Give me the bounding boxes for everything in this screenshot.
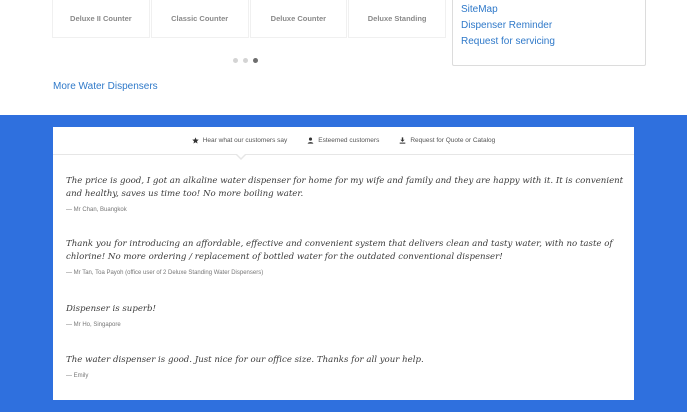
product-card[interactable]: Deluxe II Counter	[52, 0, 150, 38]
product-card[interactable]: Deluxe Standing	[348, 0, 446, 38]
testimonial-author: — Mr Ho, Singapore	[66, 322, 121, 328]
product-card[interactable]: Classic Counter	[150, 0, 249, 38]
side-links-box: SiteMap Dispenser Reminder Request for s…	[452, 0, 646, 66]
top-section: Deluxe II Counter Classic Counter Deluxe…	[0, 0, 687, 115]
testimonial-quote: The water dispenser is good. Just nice f…	[66, 355, 424, 365]
star-icon	[192, 137, 199, 144]
product-card[interactable]: Deluxe Counter	[249, 0, 348, 38]
testimonial-item: Thank you for introducing an affordable,…	[66, 238, 626, 276]
download-icon	[400, 137, 406, 144]
dispenser-reminder-link[interactable]: Dispenser Reminder	[461, 18, 637, 34]
testimonial-author: — Mr Tan, Toa Payoh (office user of 2 De…	[66, 270, 264, 276]
testimonial-author: — Mr Chan, Buangkok	[66, 207, 127, 213]
tab-label: Hear what our customers say	[202, 137, 288, 144]
testimonial-quote: Thank you for introducing an affordable,…	[66, 239, 613, 262]
active-tab-indicator	[235, 153, 247, 160]
tab-label: Request for Quote or Catalog	[410, 137, 496, 144]
sitemap-link[interactable]: SiteMap	[461, 2, 637, 18]
request-servicing-link[interactable]: Request for servicing	[461, 34, 637, 50]
carousel-dot[interactable]	[233, 58, 238, 63]
testimonial-quote: The price is good, I got an alkaline wat…	[66, 176, 624, 199]
testimonial-item: The water dispenser is good. Just nice f…	[66, 354, 424, 379]
tab-esteemed-customers[interactable]: Esteemed customers	[307, 137, 379, 144]
product-name: Deluxe Counter	[270, 14, 327, 23]
carousel-pagination	[233, 58, 258, 63]
testimonials-panel: Hear what our customers say Esteemed cus…	[53, 127, 634, 400]
tab-customer-testimonials[interactable]: Hear what our customers say	[192, 137, 288, 144]
product-carousel: Deluxe II Counter Classic Counter Deluxe…	[52, 0, 447, 38]
testimonial-quote: Dispenser is superb!	[66, 304, 156, 314]
tab-request-quote[interactable]: Request for Quote or Catalog	[399, 137, 495, 144]
carousel-dot[interactable]	[243, 58, 248, 63]
testimonial-author: — Emily	[66, 373, 89, 379]
testimonial-item: Dispenser is superb! — Mr Ho, Singapore	[66, 303, 156, 328]
carousel-dot-active[interactable]	[253, 58, 258, 63]
product-name: Classic Counter	[171, 14, 229, 23]
tab-label: Esteemed customers	[318, 137, 380, 144]
tab-bar: Hear what our customers say Esteemed cus…	[53, 127, 634, 155]
product-name: Deluxe Standing	[367, 14, 427, 23]
testimonial-item: The price is good, I got an alkaline wat…	[66, 175, 626, 213]
product-name: Deluxe II Counter	[70, 14, 132, 23]
user-icon	[307, 137, 314, 144]
more-water-dispensers-link[interactable]: More Water Dispensers	[53, 81, 158, 92]
